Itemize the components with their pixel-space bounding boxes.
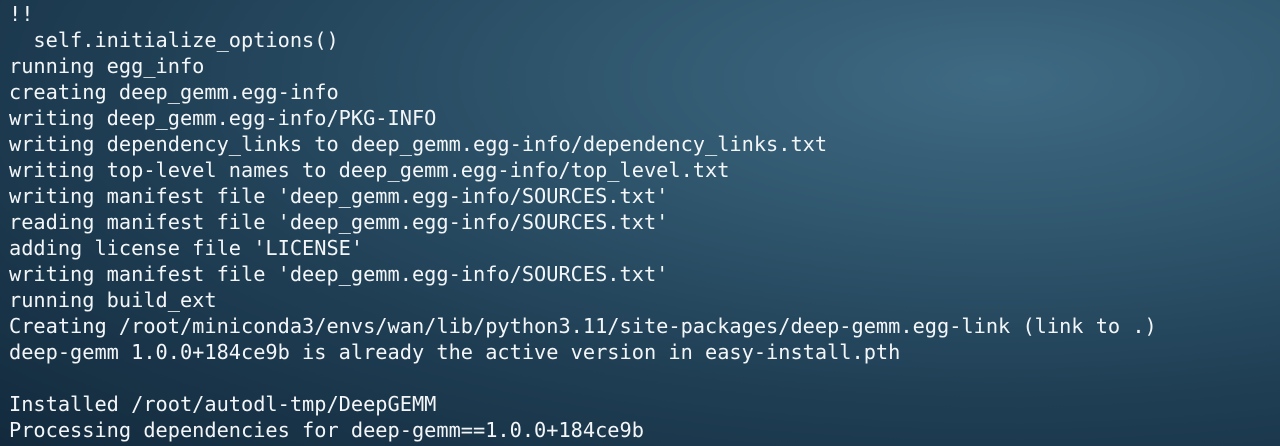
terminal-line: deep-gemm 1.0.0+184ce9b is already the a…	[9, 340, 901, 364]
terminal-line: writing manifest file 'deep_gemm.egg-inf…	[9, 184, 669, 208]
terminal-line: Installed /root/autodl-tmp/DeepGEMM	[9, 392, 437, 416]
terminal-line: Creating /root/miniconda3/envs/wan/lib/p…	[9, 314, 1157, 338]
terminal-line: self.initialize_options()	[9, 28, 339, 52]
terminal-line: writing dependency_links to deep_gemm.eg…	[9, 132, 828, 156]
terminal-line: writing top-level names to deep_gemm.egg…	[9, 158, 730, 182]
terminal-line: adding license file 'LICENSE'	[9, 236, 364, 260]
terminal-line: creating deep_gemm.egg-info	[9, 80, 339, 104]
terminal-line: reading manifest file 'deep_gemm.egg-inf…	[9, 210, 669, 234]
terminal-line: writing manifest file 'deep_gemm.egg-inf…	[9, 262, 669, 286]
terminal-line: writing deep_gemm.egg-info/PKG-INFO	[9, 106, 437, 130]
terminal-line: running egg_info	[9, 54, 205, 78]
terminal-line: Processing dependencies for deep-gemm==1…	[9, 418, 644, 442]
terminal-line: running build_ext	[9, 288, 217, 312]
terminal-output[interactable]: !! self.initialize_options() running egg…	[0, 0, 1280, 446]
terminal-line: !!	[9, 2, 34, 26]
